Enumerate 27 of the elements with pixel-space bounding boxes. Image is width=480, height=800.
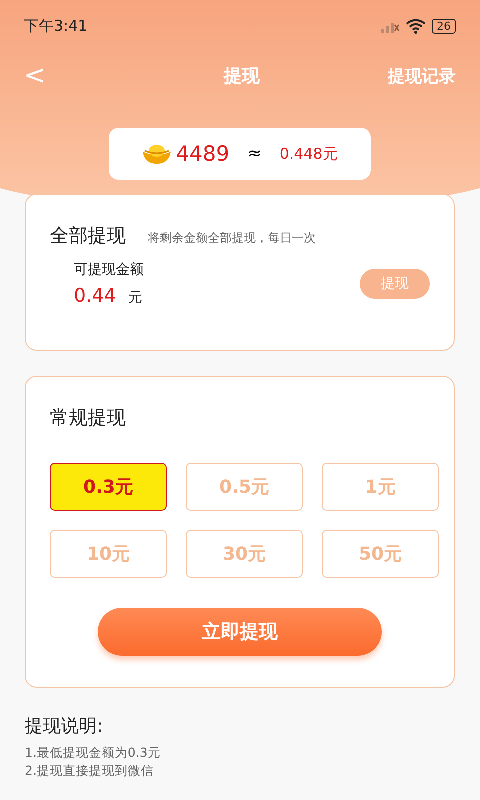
back-button[interactable]: < xyxy=(24,61,46,91)
battery-icon: 26 xyxy=(432,18,456,34)
section-hint: 将剩余金额全部提现，每日一次 xyxy=(148,230,316,247)
amount-option[interactable]: 1元 xyxy=(322,463,439,511)
withdraw-now-button[interactable]: 立即提现 xyxy=(98,608,382,656)
note-line: 2.提现直接提现到微信 xyxy=(25,762,155,780)
status-time: 下午3:41 xyxy=(24,16,88,36)
amount-option[interactable]: 50元 xyxy=(322,530,439,578)
amount-option[interactable]: 30元 xyxy=(186,530,303,578)
amount-option[interactable]: 10元 xyxy=(50,530,167,578)
coin-balance: 4489 xyxy=(176,142,230,166)
amount-option[interactable]: 0.5元 xyxy=(186,463,303,511)
amount-unit: 元 xyxy=(128,289,142,307)
notes-title: 提现说明: xyxy=(25,715,104,738)
note-line: 1.最低提现金额为0.3元 xyxy=(25,744,162,762)
amount-label: 可提现金额 xyxy=(74,261,144,279)
amount-option[interactable]: 0.3元 xyxy=(50,463,167,511)
withdraw-record-link[interactable]: 提现记录 xyxy=(388,64,456,88)
page-title: 提现 xyxy=(224,65,260,88)
section-title: 全部提现 xyxy=(50,224,126,249)
withdraw-button[interactable]: 提现 xyxy=(360,269,430,299)
money-equivalent: 0.448元 xyxy=(280,144,338,164)
section-title: 常规提现 xyxy=(50,407,126,429)
ingot-icon xyxy=(142,143,172,165)
wifi-icon xyxy=(406,18,426,34)
approx-sign: ≈ xyxy=(248,144,262,164)
amount-value: 0.44 xyxy=(74,285,116,307)
